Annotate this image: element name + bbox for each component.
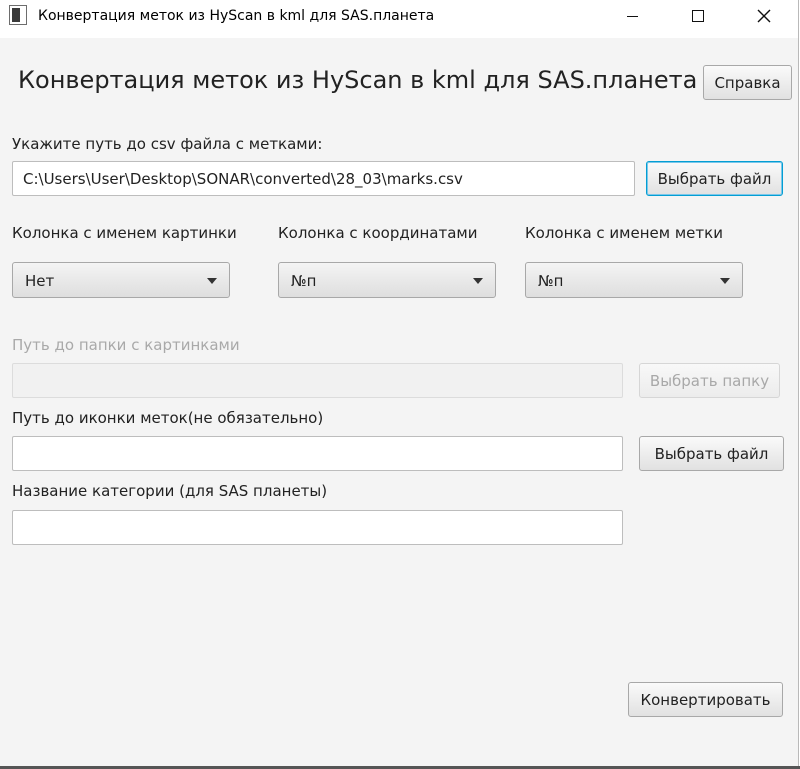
choose-csv-button[interactable]: Выбрать файл (646, 161, 783, 196)
title-bar: Конвертация меток из HyScan в kml для SA… (0, 0, 798, 38)
chevron-down-icon (473, 278, 483, 284)
convert-button[interactable]: Конвертировать (628, 682, 783, 717)
csv-path-label: Укажите путь до csv файла с метками: (12, 135, 323, 153)
csv-path-input[interactable]: C:\Users\User\Desktop\SONAR\converted\28… (12, 161, 635, 196)
page-title: Конвертация меток из HyScan в kml для SA… (18, 66, 698, 94)
help-button[interactable]: Справка (703, 65, 792, 100)
category-input[interactable] (12, 510, 623, 545)
chevron-down-icon (720, 278, 730, 284)
picture-column-label: Колонка с именем картинки (12, 224, 237, 242)
name-column-label: Колонка с именем метки (525, 224, 723, 242)
name-column-value: №п (538, 272, 564, 290)
maximize-icon (692, 10, 704, 22)
chevron-down-icon (207, 278, 217, 284)
category-label: Название категории (для SAS планеты) (12, 482, 328, 500)
coords-column-label: Колонка с координатами (278, 224, 478, 242)
coords-column-value: №п (291, 272, 317, 290)
picture-column-select[interactable]: Нет (12, 262, 230, 298)
name-column-select[interactable]: №п (525, 262, 743, 298)
minimize-icon (626, 15, 638, 17)
close-icon (757, 9, 771, 23)
choose-folder-button[interactable]: Выбрать папку (639, 363, 780, 398)
app-window: Конвертация меток из HyScan в kml для SA… (0, 0, 799, 769)
picture-column-value: Нет (25, 272, 55, 290)
window-title: Конвертация меток из HyScan в kml для SA… (38, 8, 435, 24)
pictures-folder-label: Путь до папки с картинками (12, 336, 240, 354)
icon-path-input[interactable] (12, 436, 623, 471)
minimize-button[interactable] (609, 0, 655, 32)
coords-column-select[interactable]: №п (278, 262, 496, 298)
pictures-folder-input[interactable] (12, 363, 623, 398)
app-icon (9, 5, 27, 25)
choose-icon-button[interactable]: Выбрать файл (639, 436, 784, 471)
close-button[interactable] (741, 0, 787, 32)
icon-path-label: Путь до иконки меток(не обязательно) (12, 409, 324, 427)
maximize-button[interactable] (675, 0, 721, 32)
